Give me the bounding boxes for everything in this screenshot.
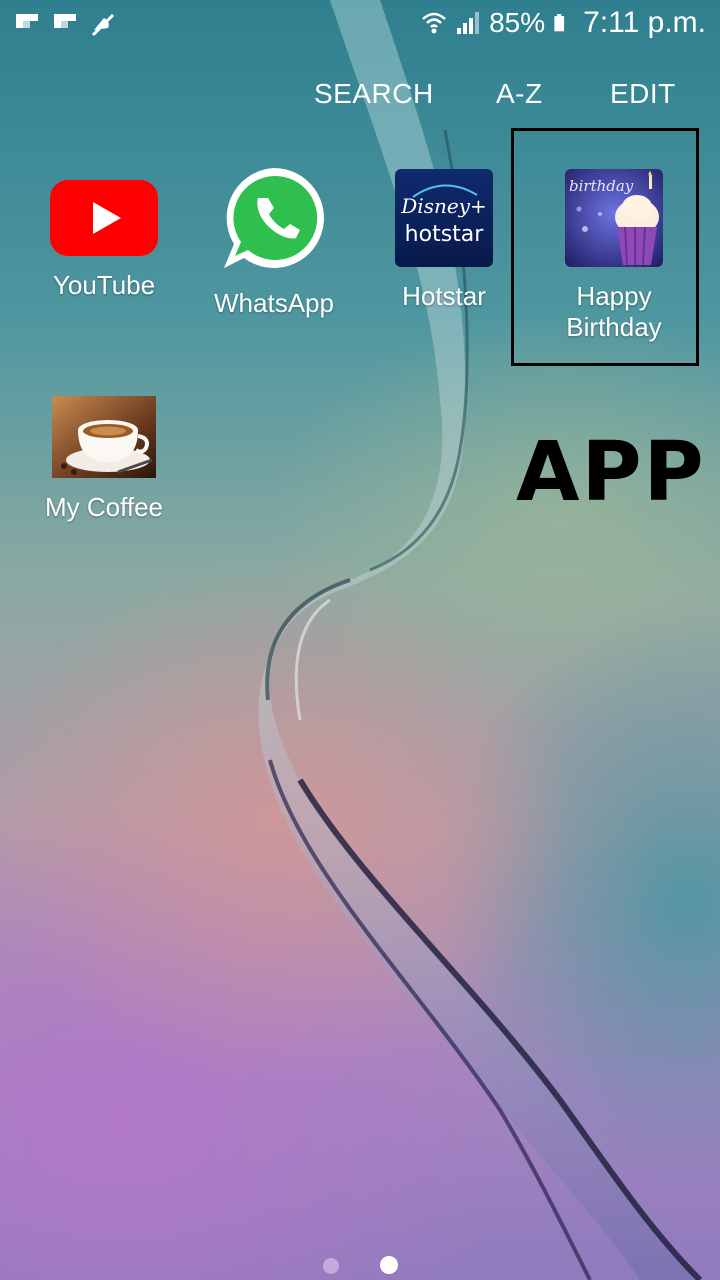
youtube-icon <box>50 180 158 256</box>
no-sound-icon <box>91 13 115 37</box>
app-label: Hotstar <box>402 281 486 311</box>
hotstar-logo-word: hotstar <box>405 222 485 247</box>
battery-percent: 85% <box>489 7 546 38</box>
app-drawer-actions: SEARCH A-Z EDIT <box>0 78 720 118</box>
battery-icon <box>554 14 565 32</box>
flipboard-icon <box>54 14 76 28</box>
whatsapp-icon <box>224 168 324 268</box>
clock: 7:11 p.m. <box>583 6 706 39</box>
coffee-cup-icon <box>52 396 156 478</box>
flipboard-icon <box>16 14 38 28</box>
app-my-coffee[interactable]: My Coffee <box>19 396 189 523</box>
app-whatsapp[interactable]: WhatsApp <box>189 164 359 319</box>
hotstar-icon: Disney+ hotstar <box>395 169 493 267</box>
search-button[interactable]: SEARCH <box>314 78 434 110</box>
sort-az-button[interactable]: A-Z <box>496 78 543 110</box>
page-dot-1[interactable] <box>323 1258 339 1274</box>
page-indicator <box>0 1256 720 1276</box>
hotstar-logo-disney: Disney+ <box>400 194 486 218</box>
edit-button[interactable]: EDIT <box>610 78 676 110</box>
wifi-icon <box>422 12 446 34</box>
app-label: YouTube <box>52 270 156 300</box>
app-label: My Coffee <box>44 492 163 522</box>
annotation-caption: APP <box>516 425 706 520</box>
app-youtube[interactable]: YouTube <box>19 180 189 301</box>
page-dot-2-active[interactable] <box>380 1256 398 1274</box>
highlight-box <box>511 128 699 366</box>
app-hotstar[interactable]: Disney+ hotstar Hotstar <box>359 169 529 312</box>
signal-icon <box>457 12 480 34</box>
status-bar: 85% 7:11 p.m. <box>0 0 720 50</box>
app-label: WhatsApp <box>214 288 334 318</box>
